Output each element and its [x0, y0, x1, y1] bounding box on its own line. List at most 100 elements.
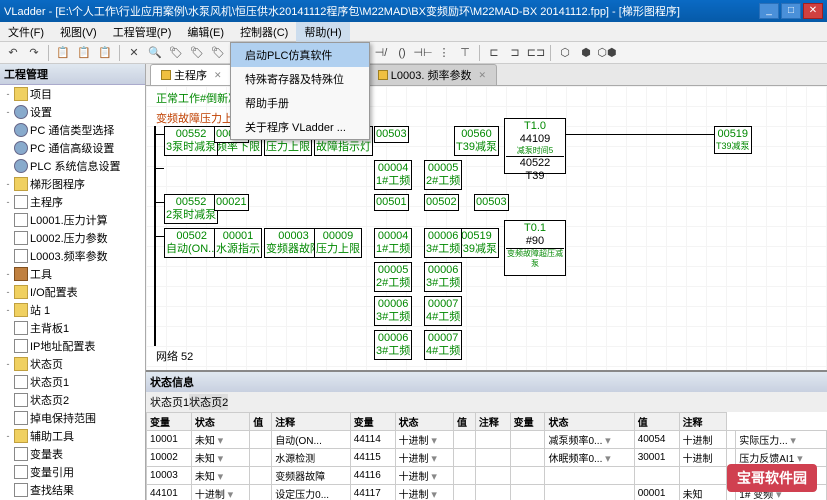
tree-node[interactable]: IP地址配置表 [0, 337, 145, 355]
toolbar-button[interactable]: 📋 [75, 44, 93, 62]
coil[interactable]: 00519T39减泵 [714, 126, 752, 154]
toolbar-button[interactable]: ⊣/ [372, 44, 390, 62]
tree-node[interactable]: -辅助工具 [0, 427, 145, 445]
tab-close-icon[interactable]: ✕ [479, 70, 487, 81]
status-table-scroll[interactable]: 变量状态值注释变量状态值注释变量状态值注释 10001未知 ▾自动(ON...4… [146, 412, 827, 500]
timer-block[interactable]: T1.0 44109 减泵时间5 40522T39 [504, 118, 566, 174]
toolbar-button[interactable]: ⬡ [556, 44, 574, 62]
tree-node[interactable]: -设置 [0, 103, 145, 121]
contact[interactable]: 000063#工频 [374, 330, 412, 360]
contact[interactable]: 00001水源指示 [214, 228, 262, 258]
contact[interactable]: 000052#工频 [424, 160, 462, 190]
maximize-button[interactable]: □ [781, 3, 801, 19]
toolbar-button[interactable]: ⬢ [577, 44, 595, 62]
toolbar-button[interactable]: 📋 [96, 44, 114, 62]
tree-node[interactable]: PLC 系统信息设置 [0, 157, 145, 175]
toolbar-button[interactable]: ⋮ [435, 44, 453, 62]
toolbar-button[interactable]: 📋 [54, 44, 72, 62]
contact[interactable]: 00503 [474, 194, 509, 211]
toolbar-button[interactable]: ✕ [125, 44, 143, 62]
toolbar-button[interactable]: ↷ [25, 44, 43, 62]
tree-node[interactable]: -项目 [0, 85, 145, 103]
contact[interactable]: 000041#工频 [374, 160, 412, 190]
toolbar-button[interactable]: ⊣⊢ [414, 44, 432, 62]
menu-item[interactable]: 控制器(C) [232, 22, 296, 42]
timer-block[interactable]: T0.1 #90 变频故障超压减泵 [504, 220, 566, 276]
contact[interactable]: 00021 [214, 194, 249, 211]
toolbar-button[interactable]: ⊐ [506, 44, 524, 62]
expand-icon[interactable]: - [2, 179, 14, 189]
toolbar-button[interactable]: 🔍 [146, 44, 164, 62]
expand-icon[interactable]: - [2, 107, 14, 117]
contact[interactable]: 00503 [374, 126, 409, 143]
toolbar-button[interactable]: ⊤ [456, 44, 474, 62]
expand-icon[interactable]: - [2, 431, 14, 441]
tree-node[interactable]: PC 通信类型选择 [0, 121, 145, 139]
close-button[interactable]: ✕ [803, 3, 823, 19]
table-row[interactable]: 10001未知 ▾自动(ON...44114十进制 ▾减泵频率0... ▾400… [147, 431, 827, 449]
menu-item[interactable]: 编辑(E) [179, 22, 232, 42]
table-row[interactable]: 10002未知 ▾水源检测44115十进制 ▾休眠频率0... ▾30001十进… [147, 449, 827, 467]
contact[interactable]: 000063#工频 [424, 262, 462, 292]
contact[interactable]: 000074#工频 [424, 330, 462, 360]
contact[interactable]: 00502自动(ON... [164, 228, 219, 258]
dropdown-item[interactable]: 关于程序 VLadder ... [231, 115, 369, 139]
tree-node[interactable]: -状态页 [0, 355, 145, 373]
contact[interactable]: 000052#工频 [374, 262, 412, 292]
tree-node[interactable]: 状态页2 [0, 391, 145, 409]
tree-node[interactable]: -主程序 [0, 193, 145, 211]
dropdown-item[interactable]: 启动PLC仿真软件 [231, 43, 369, 67]
contact[interactable]: 000041#工频 [374, 228, 412, 258]
editor-tab[interactable]: 主程序✕ [150, 64, 233, 85]
toolbar-button[interactable]: 🏷 [209, 44, 227, 62]
status-tab[interactable]: 状态页1 [150, 394, 189, 410]
tree-node[interactable]: -I/O配置表 [0, 283, 145, 301]
toolbar-button[interactable]: () [393, 44, 411, 62]
tree-node[interactable]: -工具 [0, 265, 145, 283]
tree-node[interactable]: -站 1 [0, 301, 145, 319]
expand-icon[interactable]: - [2, 197, 14, 207]
expand-icon[interactable]: - [2, 287, 14, 297]
table-row[interactable]: 44101十进制 ▾设定压力0...44117十进制 ▾00001未知1# 变频… [147, 485, 827, 500]
toolbar-button[interactable]: 🏷 [188, 44, 206, 62]
contact[interactable]: 000063#工频 [424, 228, 462, 258]
dropdown-item[interactable]: 帮助手册 [231, 91, 369, 115]
tree-node[interactable]: -梯形图程序 [0, 175, 145, 193]
tree-node[interactable]: 掉电保持范围 [0, 409, 145, 427]
toolbar-button[interactable]: ⊏ [485, 44, 503, 62]
toolbar-button[interactable]: ⊏⊐ [527, 44, 545, 62]
expand-icon[interactable]: - [2, 359, 14, 369]
contact[interactable]: 00501 [374, 194, 409, 211]
minimize-button[interactable]: _ [759, 3, 779, 19]
contact[interactable]: 00502 [424, 194, 459, 211]
contact[interactable]: 000063#工频 [374, 296, 412, 326]
menu-item[interactable]: 工程管理(P) [105, 22, 180, 42]
contact[interactable]: 00009压力上限 [314, 228, 362, 258]
toolbar-button[interactable]: ⬡⬢ [598, 44, 616, 62]
dropdown-item[interactable]: 特殊寄存器及特殊位 [231, 67, 369, 91]
tab-close-icon[interactable]: ✕ [214, 70, 222, 81]
editor-tab[interactable]: L0003. 频率参数✕ [367, 64, 497, 85]
status-tab[interactable]: 状态页2 [189, 394, 228, 410]
tree-node[interactable]: PC 通信高级设置 [0, 139, 145, 157]
menu-item[interactable]: 帮助(H) [296, 22, 349, 42]
tree-node[interactable]: 主背板1 [0, 319, 145, 337]
contact[interactable]: 005523泵时减泵 [164, 126, 218, 156]
expand-icon[interactable]: - [2, 269, 14, 279]
expand-icon[interactable]: - [2, 305, 14, 315]
tree-node[interactable]: 状态页1 [0, 373, 145, 391]
contact[interactable]: 005522泵时减泵 [164, 194, 218, 224]
tree-node[interactable]: 变量表 [0, 445, 145, 463]
tree-node[interactable]: L0002.压力参数 [0, 229, 145, 247]
contact[interactable]: 00560T39减泵 [454, 126, 499, 156]
tree-node[interactable]: 变量引用 [0, 463, 145, 481]
menu-item[interactable]: 文件(F) [0, 22, 52, 42]
table-row[interactable]: 10003未知 ▾变频器故障44116十进制 ▾ [147, 467, 827, 485]
tree-node[interactable]: L0001.压力计算 [0, 211, 145, 229]
toolbar-button[interactable]: 🏷 [167, 44, 185, 62]
contact[interactable]: 000074#工频 [424, 296, 462, 326]
tree-node[interactable]: L0003.频率参数 [0, 247, 145, 265]
tree-node[interactable]: 查找结果 [0, 481, 145, 499]
expand-icon[interactable]: - [2, 89, 14, 99]
menu-item[interactable]: 视图(V) [52, 22, 105, 42]
